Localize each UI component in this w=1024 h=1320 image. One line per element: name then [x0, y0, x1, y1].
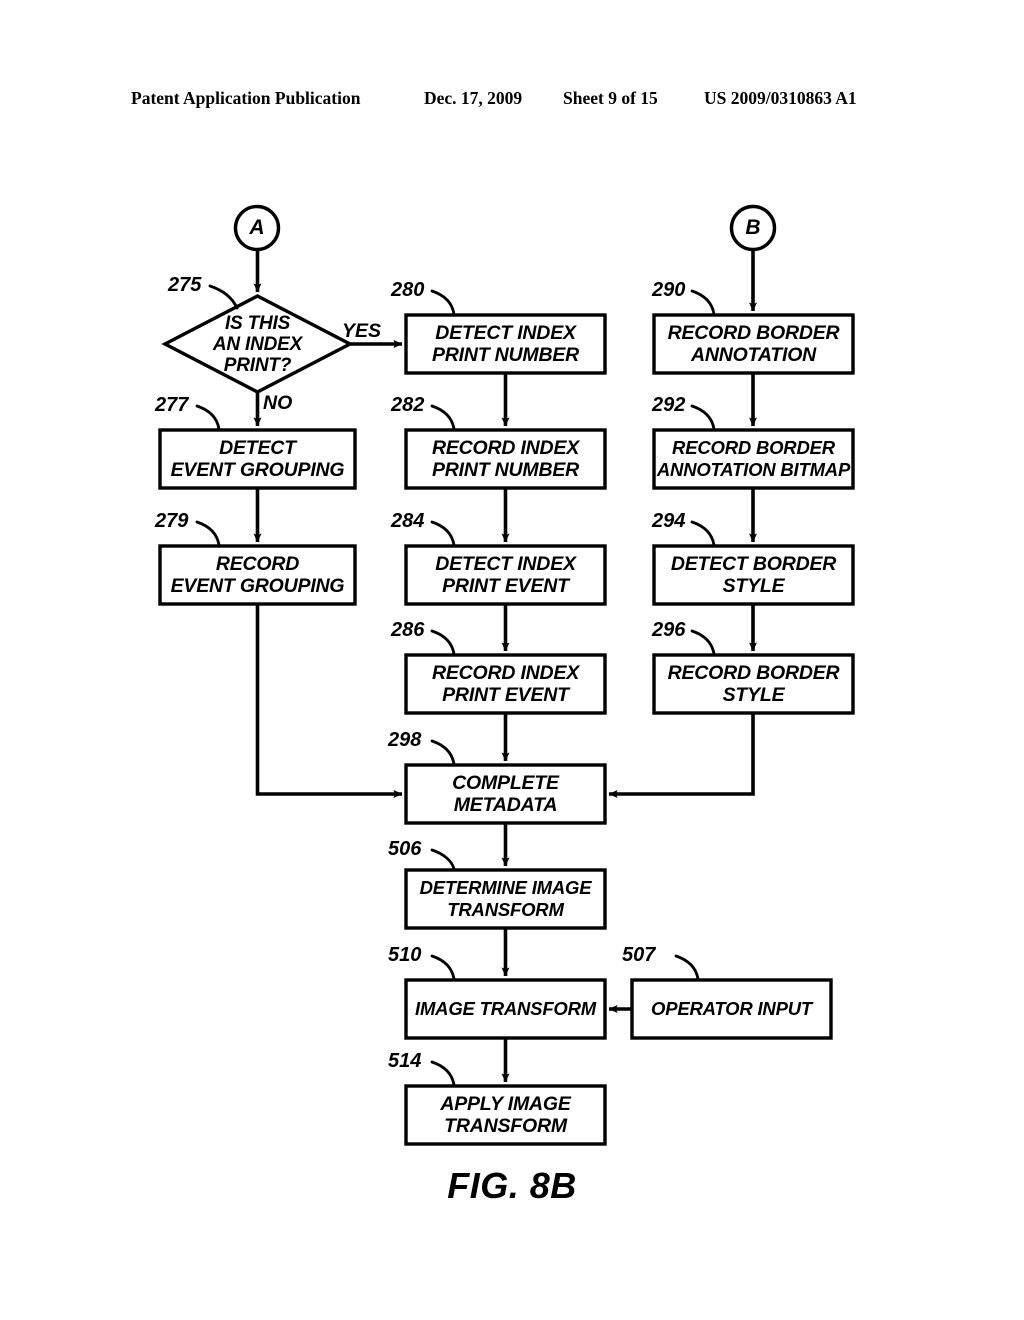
connector-label-a: A — [249, 216, 265, 239]
box-506 — [404, 868, 607, 930]
box-284 — [404, 544, 607, 606]
box-294 — [652, 544, 855, 606]
ref-num-286: 286 — [391, 619, 425, 641]
ref-num-510: 510 — [388, 944, 422, 966]
leader-510 — [430, 954, 456, 981]
ref-num-514: 514 — [388, 1050, 422, 1072]
decision-diamond-275 — [161, 294, 354, 394]
leader-275 — [208, 284, 239, 310]
box-277 — [158, 428, 357, 490]
leader-292 — [690, 404, 716, 431]
ref-num-506: 506 — [388, 838, 422, 860]
leader-294 — [690, 520, 716, 547]
box-296 — [652, 653, 855, 715]
leader-507 — [674, 954, 700, 981]
flowchart-svg — [158, 204, 855, 1146]
ref-num-277: 277 — [155, 394, 189, 416]
ref-num-280: 280 — [391, 279, 425, 301]
box-280 — [404, 313, 607, 375]
box-282 — [404, 428, 607, 490]
leader-277 — [195, 404, 221, 431]
leader-290 — [690, 289, 716, 316]
connector-label-b: B — [745, 216, 761, 239]
branch-label-no: NO — [263, 392, 293, 414]
ref-num-275: 275 — [168, 274, 202, 296]
box-279 — [158, 544, 357, 606]
flowchart-figure: A B YES NO IS THIS AN INDEX PRINT? DETEC… — [0, 0, 1024, 1320]
leader-298 — [430, 739, 456, 766]
ref-num-284: 284 — [391, 510, 425, 532]
ref-num-290: 290 — [652, 279, 686, 301]
ref-num-294: 294 — [652, 510, 686, 532]
ref-num-507: 507 — [622, 944, 656, 966]
leader-282 — [430, 404, 456, 431]
box-507 — [630, 978, 833, 1040]
ref-num-282: 282 — [391, 394, 425, 416]
ref-num-292: 292 — [652, 394, 686, 416]
figure-caption: FIG. 8B — [447, 1165, 577, 1206]
edge-279-298 — [255, 604, 403, 798]
box-292 — [652, 428, 855, 490]
leader-279 — [195, 520, 221, 547]
box-510 — [404, 978, 607, 1040]
leader-506 — [430, 848, 456, 871]
leader-296 — [690, 629, 716, 656]
box-298 — [404, 763, 607, 825]
box-286 — [404, 653, 607, 715]
box-290 — [652, 313, 855, 375]
edge-296-298 — [608, 713, 755, 798]
ref-num-298: 298 — [388, 729, 422, 751]
branch-label-yes: YES — [342, 320, 382, 342]
leader-280 — [430, 289, 456, 316]
box-514 — [404, 1084, 607, 1146]
leader-284 — [430, 520, 456, 547]
leader-286 — [430, 629, 456, 656]
leader-514 — [430, 1060, 456, 1087]
ref-num-296: 296 — [652, 619, 686, 641]
ref-num-279: 279 — [155, 510, 189, 532]
